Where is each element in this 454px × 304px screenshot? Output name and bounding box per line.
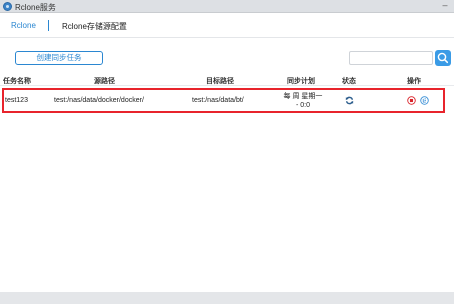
create-sync-task-button[interactable]: 创建同步任务 <box>15 51 103 65</box>
search-button[interactable] <box>435 50 451 66</box>
app-logo-icon <box>3 2 12 11</box>
header-target-path: 目标路径 <box>206 78 234 85</box>
bottom-bar <box>0 292 454 304</box>
tab-divider <box>48 20 49 31</box>
window-title: Rclone服务 <box>15 3 56 12</box>
header-status: 状态 <box>342 78 356 85</box>
header-task-name: 任务名称 <box>3 78 31 85</box>
schedule-time: - 0:0 <box>295 102 310 109</box>
search-input[interactable] <box>349 51 433 65</box>
header-sync-schedule: 同步计划 <box>287 78 315 85</box>
minimize-button[interactable]: – <box>440 1 450 11</box>
target-path-cell: test:/nas/data/bt/ <box>192 97 244 104</box>
app-window: Rclone服务 – Rclone Rclone存储源配置 创建同步任务 任务名… <box>0 0 454 304</box>
search-icon <box>437 52 449 64</box>
table-header: 任务名称 源路径 目标路径 同步计划 状态 操作 <box>0 75 454 86</box>
header-source-path: 源路径 <box>94 78 115 85</box>
title-bar: Rclone服务 – <box>0 0 454 13</box>
source-path-cell: test:/nas/data/docker/docker/ <box>54 97 144 104</box>
task-name-cell: test123 <box>5 97 28 104</box>
schedule-day: 每 周 星期一 <box>283 93 323 100</box>
sync-icon <box>345 96 354 105</box>
tab-storage-config[interactable]: Rclone存储源配置 <box>62 21 127 32</box>
header-actions: 操作 <box>407 78 421 85</box>
tab-rclone[interactable]: Rclone <box>11 21 36 30</box>
tab-bar: Rclone Rclone存储源配置 <box>0 14 454 38</box>
table-row[interactable]: test123 test:/nas/data/docker/docker/ te… <box>2 88 445 113</box>
stop-icon[interactable] <box>407 96 416 105</box>
log-icon[interactable] <box>420 96 429 105</box>
schedule-cell: 每 周 星期一 - 0:0 <box>280 92 326 110</box>
